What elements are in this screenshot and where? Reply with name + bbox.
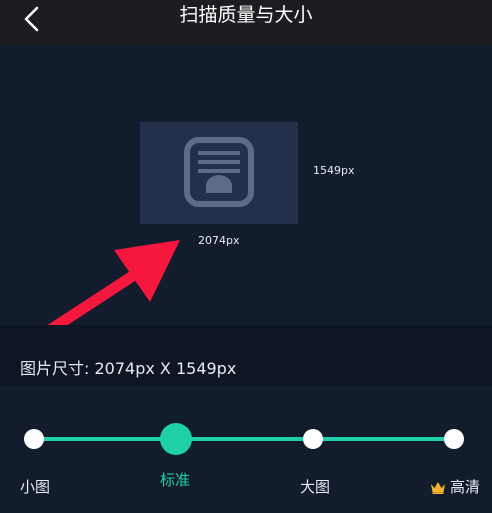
option-hd[interactable]: 高清 bbox=[430, 476, 480, 497]
slider-track[interactable] bbox=[34, 437, 454, 441]
image-preview bbox=[140, 122, 298, 224]
slider-stop-large[interactable] bbox=[303, 429, 323, 449]
option-label-large[interactable]: 大图 bbox=[300, 476, 330, 497]
option-label-small[interactable]: 小图 bbox=[20, 476, 50, 497]
page-title: 扫描质量与大小 bbox=[179, 4, 313, 26]
image-height-label: 1549px bbox=[313, 164, 355, 177]
image-size-bar: 图片尺寸: 2074px X 1549px bbox=[0, 325, 492, 385]
preview-area: 1549px 2074px bbox=[0, 46, 492, 324]
document-image-icon bbox=[184, 137, 254, 207]
image-size-label: 图片尺寸: 2074px X 1549px bbox=[20, 359, 237, 378]
option-label-hd: 高清 bbox=[450, 478, 481, 496]
slider-stop-hd[interactable] bbox=[444, 429, 464, 449]
crown-icon bbox=[431, 482, 445, 494]
quality-slider[interactable]: 小图 标准 大图 高清 bbox=[0, 385, 492, 513]
image-width-label: 2074px bbox=[198, 234, 240, 247]
navbar: 扫描质量与大小 bbox=[0, 0, 492, 46]
scan-quality-screen: 扫描质量与大小 1549px 2074px 图片尺寸: 2074px X 154… bbox=[0, 0, 492, 513]
slider-stop-small[interactable] bbox=[24, 429, 44, 449]
option-label-standard[interactable]: 标准 bbox=[160, 469, 190, 490]
slider-stop-standard[interactable] bbox=[160, 423, 192, 455]
